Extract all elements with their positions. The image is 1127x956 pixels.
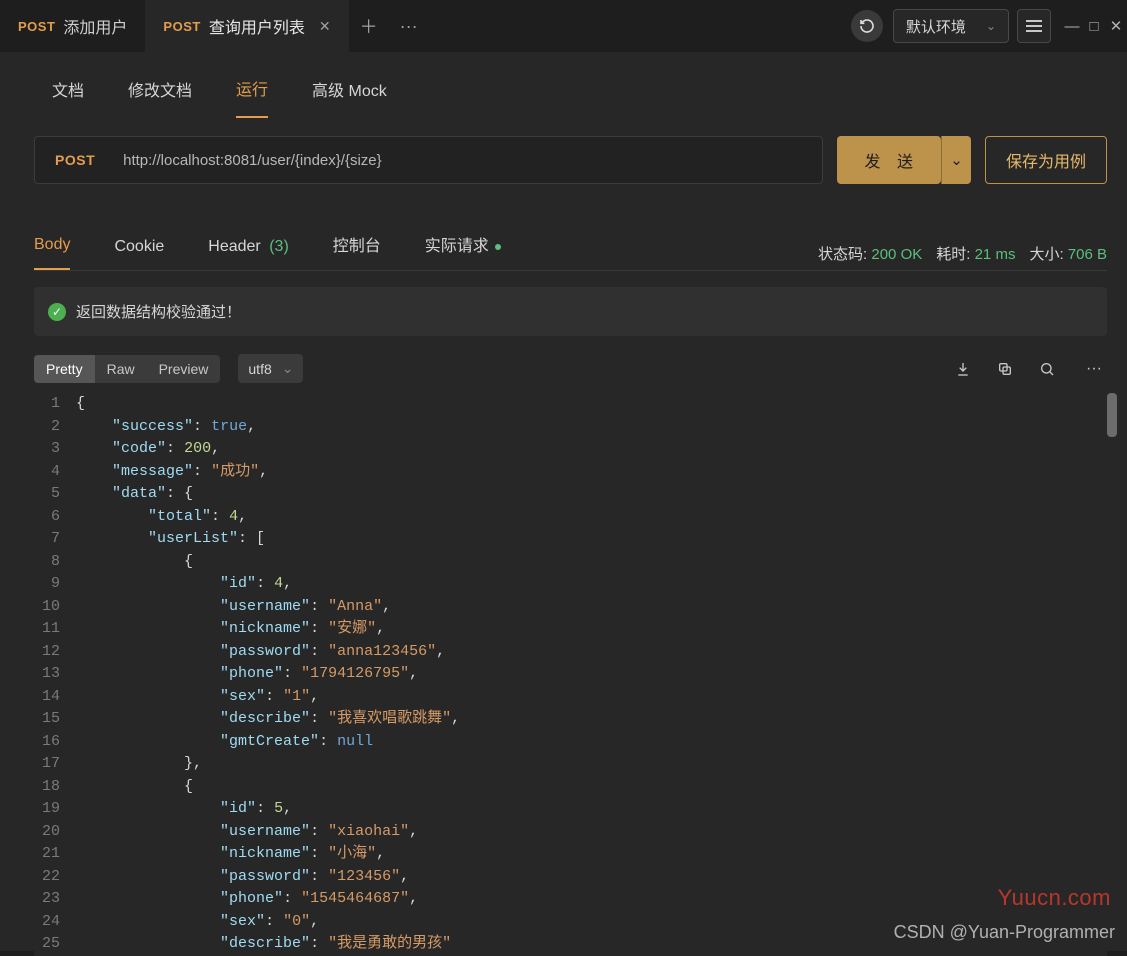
check-circle-icon: ✓	[48, 303, 66, 321]
refresh-button[interactable]	[851, 10, 883, 42]
save-as-case-button[interactable]: 保存为用例	[985, 136, 1107, 184]
time-label: 耗时:	[936, 246, 970, 263]
subtab-mock[interactable]: 高级 Mock	[312, 77, 387, 117]
environment-select[interactable]: 默认环境 ⌄	[893, 9, 1009, 43]
line-gutter: 1234567891011121314151617181920212223242…	[34, 393, 76, 956]
resp-tab-console[interactable]: 控制台	[333, 232, 381, 270]
encoding-select[interactable]: utf8 ⌄	[238, 354, 303, 383]
tab-title: 添加用户	[63, 14, 127, 38]
time-value: 21 ms	[975, 246, 1016, 263]
settings-button[interactable]	[1017, 9, 1051, 43]
tab-title: 查询用户列表	[209, 14, 305, 38]
resp-tab-actual-label: 实际请求	[425, 238, 489, 255]
subtab-run[interactable]: 运行	[236, 76, 268, 118]
size-value: 706 B	[1068, 246, 1107, 263]
request-method: POST	[55, 152, 95, 168]
watermark-author: CSDN @Yuan-Programmer	[894, 922, 1115, 943]
watermark-site: Yuucn.com	[998, 885, 1111, 911]
scrollbar-thumb[interactable]	[1107, 393, 1117, 437]
more-icon[interactable]: ···	[1081, 360, 1107, 378]
status-value: 200 OK	[871, 246, 922, 263]
header-count: (3)	[269, 238, 289, 255]
subtab-doc[interactable]: 文档	[52, 77, 84, 117]
window-maximize[interactable]: □	[1083, 18, 1105, 35]
code-content: { "success": true, "code": 200, "message…	[76, 393, 460, 956]
request-url-input[interactable]: POST http://localhost:8081/user/{index}/…	[34, 136, 823, 184]
validation-banner: ✓ 返回数据结构校验通过！	[34, 287, 1107, 336]
chevron-down-icon: ⌄	[282, 360, 294, 377]
search-icon[interactable]	[1039, 361, 1065, 377]
encoding-label: utf8	[248, 361, 271, 377]
resp-tab-header[interactable]: Header (3)	[208, 238, 289, 270]
status-dot-icon	[495, 244, 501, 250]
resp-tab-cookie[interactable]: Cookie	[114, 238, 164, 270]
close-icon[interactable]: ✕	[319, 18, 331, 35]
view-mode-segment: Pretty Raw Preview	[34, 355, 220, 383]
environment-label: 默认环境	[906, 16, 966, 37]
resp-tab-header-label: Header	[208, 238, 260, 255]
send-button[interactable]: 发 送	[837, 136, 941, 184]
size-label: 大小:	[1029, 246, 1063, 263]
tab-add-user[interactable]: POST 添加用户	[0, 0, 145, 52]
add-tab-button[interactable]: ＋	[349, 0, 389, 52]
view-raw[interactable]: Raw	[95, 355, 147, 383]
download-icon[interactable]	[955, 361, 981, 377]
response-editor[interactable]: 1234567891011121314151617181920212223242…	[34, 393, 1107, 956]
banner-text: 返回数据结构校验通过！	[76, 301, 241, 322]
resp-tab-body[interactable]: Body	[34, 236, 70, 270]
tab-query-users[interactable]: POST 查询用户列表 ✕	[145, 0, 348, 52]
menu-icon	[1026, 19, 1042, 33]
tab-overflow-button[interactable]: ···	[389, 0, 429, 52]
subtab-edit-doc[interactable]: 修改文档	[128, 77, 192, 117]
copy-icon[interactable]	[997, 361, 1023, 377]
chevron-down-icon: ⌄	[986, 19, 996, 33]
refresh-icon	[859, 18, 875, 34]
send-dropdown[interactable]: ⌄	[941, 136, 971, 184]
method-badge: POST	[18, 19, 55, 34]
resp-tab-actual[interactable]: 实际请求	[425, 232, 501, 270]
window-minimize[interactable]: —	[1061, 18, 1083, 35]
request-url: http://localhost:8081/user/{index}/{size…	[123, 152, 382, 169]
method-badge: POST	[163, 19, 200, 34]
status-label: 状态码:	[818, 246, 867, 263]
window-close[interactable]: ✕	[1105, 17, 1127, 35]
view-pretty[interactable]: Pretty	[34, 355, 95, 383]
view-preview[interactable]: Preview	[147, 355, 221, 383]
